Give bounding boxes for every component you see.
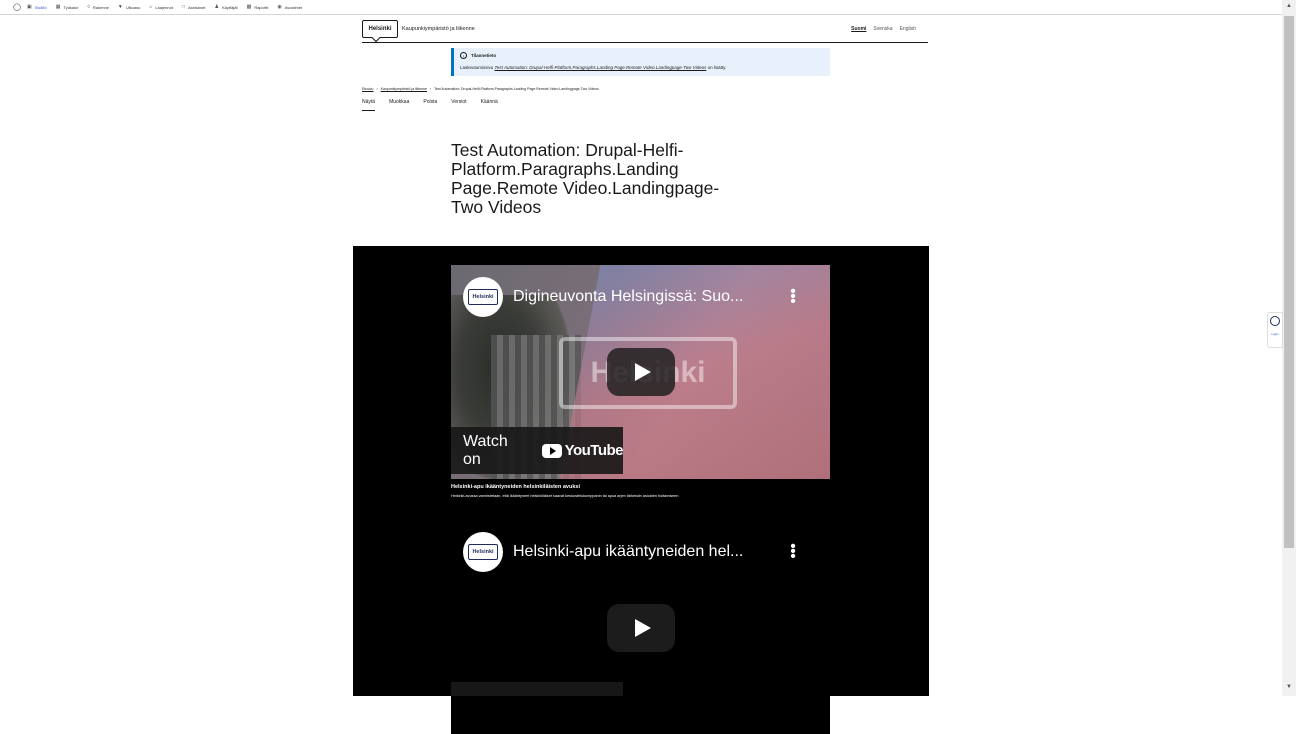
scrollbar-thumb[interactable] [1284,16,1294,548]
more-options-icon[interactable]: • • • [789,539,797,565]
toolbar-item-people[interactable]: ♟ Käyttäjät [215,4,238,10]
watch-on-label: Watch on [463,432,508,468]
status-title: Tilannetieto [471,53,497,58]
toolbar-item-content[interactable]: ▣ Sisältö [27,4,47,10]
status-text: Laskeutumissivu Test Automation: Drupal-… [460,65,824,70]
channel-avatar[interactable]: Helsinki [463,532,503,572]
channel-avatar[interactable]: Helsinki [463,277,503,317]
toolbar-item-structure[interactable]: ◊ Rakenne [87,4,109,10]
tab-edit[interactable]: Muokkaa [389,99,409,111]
video-title[interactable]: Helsinki-apu ikääntyneiden hel... [513,543,743,561]
settings-icon: □ [181,4,185,10]
video-embed-1[interactable]: Helsinki Helsinki Digineuvonta Helsingis… [451,265,830,479]
video-title[interactable]: Digineuvonta Helsingissä: Suo... [513,288,743,306]
info-icon: i [460,52,467,59]
video-caption: Helsinki-apu ikääntyneiden helsinkiläist… [451,484,679,498]
toolbar-item-appearance[interactable]: ▼ Ulkoasu [118,4,140,10]
page-title: Test Automation: Drupal-Helfi-Platform.P… [451,140,720,217]
status-node-link[interactable]: Test Automation: Drupal-Helfi-Platform.P… [495,65,707,70]
breadcrumb: Etusivu › Kaupunkiympäristö ja liikenne … [362,87,599,91]
channel-avatar-text: Helsinki [468,544,498,560]
tab-view[interactable]: Näytä [362,99,376,111]
site-name[interactable]: Kaupunkiympäristö ja liikenne [402,26,475,32]
status-suffix: on lisätty. [707,65,727,70]
toolbar-item-config[interactable]: □ Asetukset [182,4,206,10]
toolbar-item-label: Raportit [254,4,269,10]
breadcrumb-section[interactable]: Kaupunkiympäristö ja liikenne [381,87,427,91]
drupal-drop-icon[interactable]: ◯ [13,2,21,12]
chart-icon: ▩ [246,4,252,10]
structure-icon: ◊ [87,4,90,10]
toolbar-item-label: Käyttäjät [222,4,238,10]
tab-revisions[interactable]: Versiot [451,99,466,111]
more-options-icon[interactable]: • • • [789,284,797,310]
toolbar-item-label: Työkalut [63,4,79,10]
status-title-row: i Tilannetieto [460,52,824,59]
breadcrumb-home[interactable]: Etusivu [362,87,373,91]
youtube-wordmark: YouTube [564,442,624,459]
youtube-logo: YouTube [541,442,624,459]
language-link-sv[interactable]: Svenska [873,26,892,32]
tab-translate[interactable]: Käännä [481,99,498,111]
status-prefix: Laskeutumissivu [460,65,494,70]
brush-icon: ▼ [117,4,123,10]
watch-on-youtube-button-2[interactable] [451,682,623,696]
breadcrumb-separator: › [429,87,432,91]
language-switcher: Suomi Svenska English [851,26,916,32]
toolbar-item-label: Asetukset [187,4,206,10]
helsinki-logo[interactable]: Helsinki [362,20,398,38]
site-header: Helsinki Kaupunkiympäristö ja liikenne S… [362,20,928,43]
page-icon: ▣ [27,4,32,10]
admin-toolbar: ◯ ▣ Sisältö ▦ Työkalut ◊ Rakenne ▼ Ulkoasu ⌂… [0,0,1282,15]
user-icon: ♟ [214,4,219,10]
toolbar-item-extend[interactable]: ⌂ Laajennot [149,4,173,10]
language-link-fi[interactable]: Suomi [851,26,866,32]
toolbar-item-label: Sisältö [34,4,47,10]
language-link-en[interactable]: English [900,26,916,32]
toolbar-item-tools[interactable]: ▦ Työkalut [56,4,79,10]
status-message: i Tilannetieto Laskeutumissivu Test Auto… [451,48,830,76]
breadcrumb-separator: › [376,87,378,91]
toolbar-item-label: Avustimet [284,4,303,10]
video-section: Helsinki Helsinki Digineuvonta Helsingis… [353,246,929,734]
scroll-up-arrow-icon[interactable]: ▲ [1286,3,1292,9]
local-tasks-tabs: Näytä Muokkaa Poista Versiot Käännä [362,99,498,111]
toolbar-item-help[interactable]: ◉ Avustimet [277,4,302,10]
toolbar-item-label: Ulkoasu [125,4,141,10]
tools-icon: ▦ [55,4,61,10]
login-icon [1270,316,1280,326]
breadcrumb-current: Test Automation: Drupal-Helfi-Platform.P… [434,87,599,91]
watch-on-youtube-button[interactable]: Watch on YouTube [451,427,624,474]
video-caption-title: Helsinki-apu ikääntyneiden helsinkiläist… [451,484,580,490]
side-widget-label: Login [1271,332,1279,336]
channel-avatar-text: Helsinki [468,289,498,305]
tab-delete[interactable]: Poista [423,99,437,111]
help-icon: ◉ [277,4,282,10]
play-button[interactable] [607,604,675,652]
scroll-down-arrow-icon[interactable]: ▼ [1286,684,1292,690]
video-caption-description: Helsinki-avussa varmistetaan, että ikään… [451,494,679,498]
youtube-play-icon [541,443,562,458]
puzzle-icon: ⌂ [149,4,153,10]
side-login-widget[interactable]: Login [1267,312,1283,348]
toolbar-item-reports[interactable]: ▩ Raportit [247,4,269,10]
video-embed-2[interactable]: Helsinki Helsinki-apu ikääntyneiden hel.… [451,520,830,734]
toolbar-item-label: Laajennot [155,4,173,10]
play-button[interactable] [607,348,675,396]
toolbar-item-label: Rakenne [92,4,109,10]
